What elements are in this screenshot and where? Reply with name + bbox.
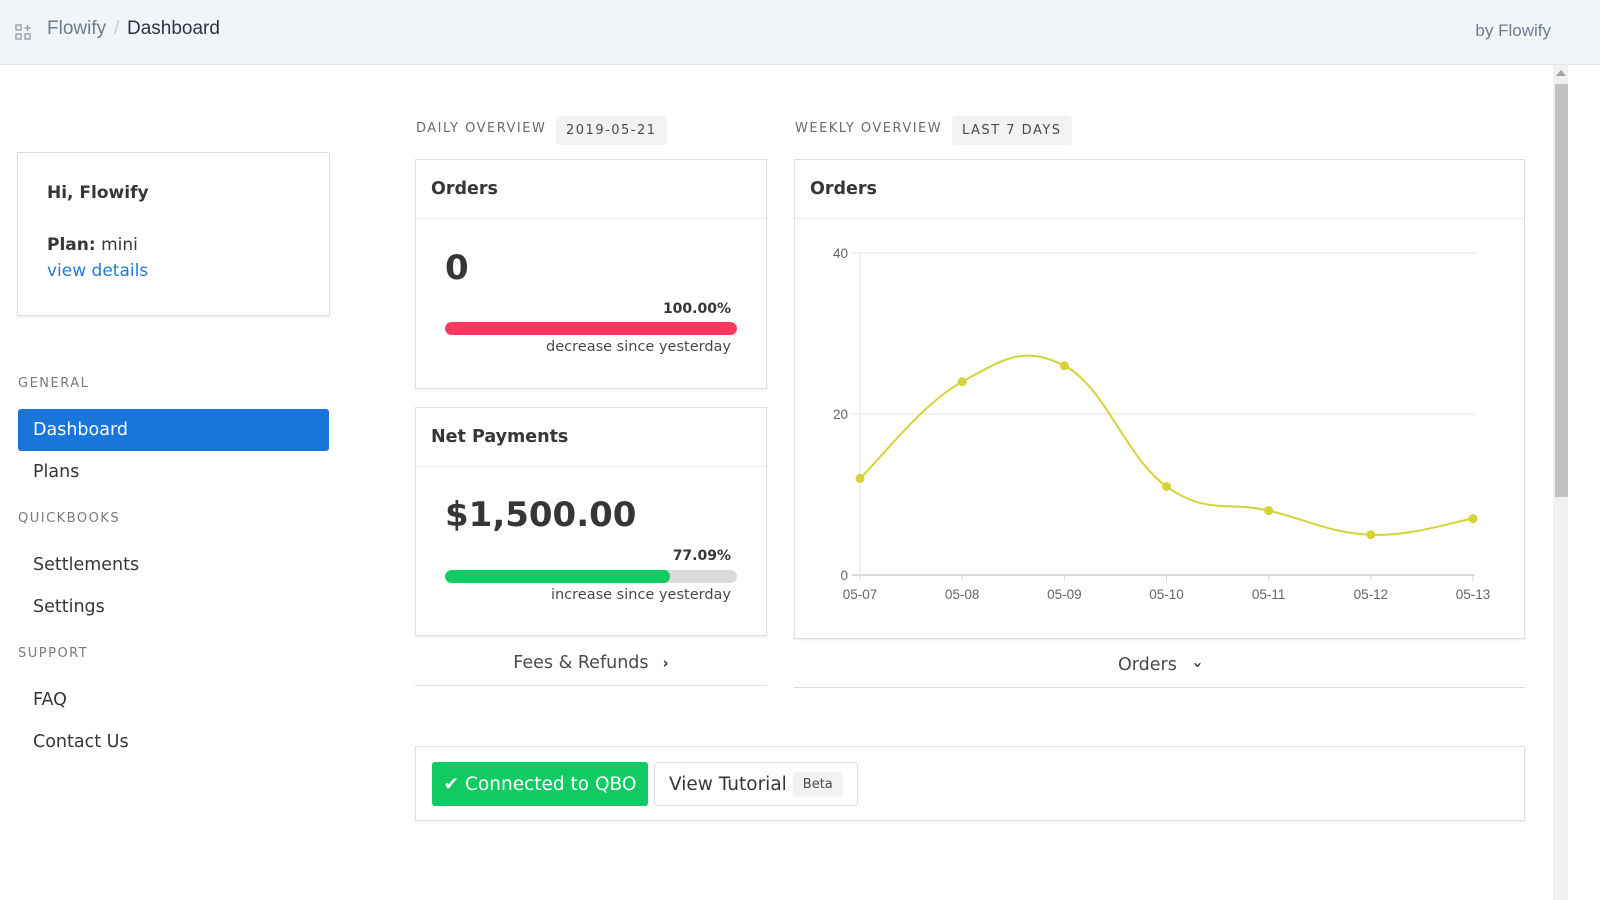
data-point	[1162, 481, 1171, 491]
top-bar: Flowify / Dashboard by Flowify	[0, 0, 1600, 65]
apps-grid-icon[interactable]	[15, 24, 31, 40]
orders-progress-fill	[445, 322, 737, 335]
sidebar-item-faq[interactable]: FAQ	[18, 679, 329, 721]
x-tick-label: 05-10	[1149, 587, 1184, 602]
metric-select-label: Orders	[1117, 654, 1177, 675]
net-payments-percent: 77.09%	[672, 548, 731, 564]
x-tick-label: 05-11	[1252, 587, 1286, 602]
breadcrumb-current: Dashboard	[127, 18, 220, 39]
net-payments-caption: increase since yesterday	[550, 587, 731, 603]
menu-label-support: SUPPORT	[18, 646, 89, 661]
orders-line-chart: 0 20 40 05-07 05-08 05-09 05-10 05-11 05-12 05-13	[833, 246, 1491, 602]
sidebar-item-contact-us[interactable]: Contact Us	[18, 721, 329, 763]
weekly-orders-chart-card: Orders 0 20 40 05-07 05-08 05-09 05-10 05-11 05-…	[794, 159, 1525, 639]
page-scrollbar[interactable]	[1553, 65, 1568, 900]
weekly-range-tag: LAST 7 DAYS	[952, 116, 1072, 145]
user-card: Hi, Flowify Plan: mini view details	[17, 152, 330, 316]
x-tick-label: 05-09	[1047, 587, 1082, 602]
view-tutorial-label: View Tutorial	[669, 773, 787, 795]
connected-to-qbo-label: Connected to QBO	[465, 773, 637, 795]
y-tick-label: 40	[833, 246, 848, 261]
x-tick-label: 05-08	[945, 587, 980, 602]
sidebar-item-dashboard[interactable]: Dashboard	[18, 409, 329, 451]
actions-panel: ✔ Connected to QBO View Tutorial Beta	[415, 746, 1525, 821]
breadcrumb-root[interactable]: Flowify	[47, 18, 106, 40]
daily-date-tag: 2019-05-21	[556, 116, 667, 145]
fees-refunds-link[interactable]: Fees & Refunds ›	[415, 640, 767, 686]
orders-caption: decrease since yesterday	[546, 339, 731, 355]
metric-select[interactable]: Orders ›	[794, 642, 1525, 688]
orders-progress-bar	[445, 322, 737, 335]
connected-to-qbo-button[interactable]: ✔ Connected to QBO	[432, 762, 648, 806]
orders-daily-card: Orders 0 100.00% decrease since yesterda…	[415, 159, 767, 389]
data-point	[1264, 506, 1274, 516]
orders-percent: 100.00%	[662, 301, 731, 317]
data-point	[1366, 530, 1376, 540]
data-point	[1059, 361, 1069, 371]
checkmark-icon: ✔	[443, 773, 460, 795]
net-payments-progress-bar	[445, 570, 737, 583]
net-payments-progress-fill	[445, 570, 671, 583]
menu-label-quickbooks: QUICKBOOKS	[18, 511, 121, 526]
data-point	[855, 473, 865, 483]
weekly-chart-title: Orders	[795, 160, 1524, 219]
series-line-orders	[859, 354, 1474, 536]
chevron-down-icon: ›	[1188, 661, 1207, 668]
data-point	[1468, 514, 1478, 524]
net-payments-card: Net Payments $1,500.00 77.09% increase s…	[415, 407, 767, 636]
right-gutter	[1568, 65, 1600, 900]
orders-card-title: Orders	[416, 160, 766, 219]
plan-value: mini	[101, 235, 138, 255]
menu-label-general: GENERAL	[18, 376, 90, 391]
sidebar-item-plans[interactable]: Plans	[18, 451, 329, 493]
weekly-overview-label: WEEKLY OVERVIEW	[795, 121, 943, 136]
user-greeting: Hi, Flowify	[47, 183, 149, 203]
y-tick-label: 20	[833, 407, 848, 422]
net-payments-value: $1,500.00	[445, 495, 637, 535]
y-tick-label: 0	[840, 568, 848, 583]
view-tutorial-button[interactable]: View Tutorial Beta	[654, 762, 858, 806]
beta-badge: Beta	[792, 771, 843, 797]
daily-overview-label: DAILY OVERVIEW	[416, 121, 547, 136]
x-tick-label: 05-13	[1456, 587, 1491, 602]
plan-label: Plan:	[47, 235, 96, 255]
x-tick-label: 05-07	[843, 587, 878, 602]
sidebar-item-settings[interactable]: Settings	[18, 586, 329, 628]
orders-value: 0	[445, 248, 469, 288]
plan-info: Plan: mini	[47, 235, 138, 255]
net-payments-card-title: Net Payments	[416, 408, 766, 467]
fees-refunds-label: Fees & Refunds	[513, 652, 649, 673]
view-details-link[interactable]: view details	[47, 261, 148, 281]
chevron-right-icon: ›	[662, 653, 669, 672]
scrollbar-thumb[interactable]	[1555, 84, 1568, 497]
sidebar-item-settlements[interactable]: Settlements	[18, 544, 329, 586]
breadcrumb-separator: /	[114, 18, 120, 39]
data-point	[957, 377, 967, 387]
scroll-up-arrow-icon[interactable]	[1556, 70, 1566, 76]
byline: by Flowify	[1475, 21, 1551, 40]
x-tick-label: 05-12	[1354, 587, 1389, 602]
